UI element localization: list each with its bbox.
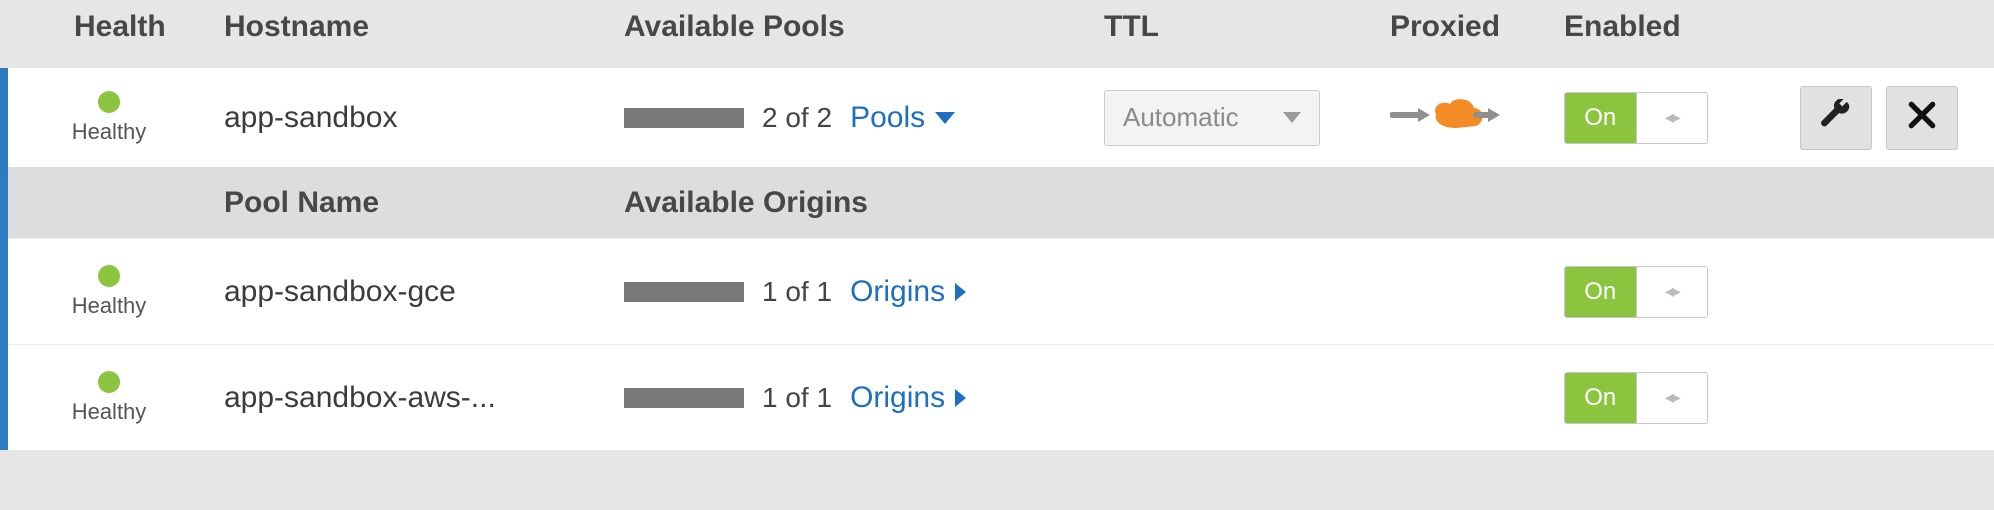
available-origins-cell: 1 of 1 Origins: [610, 381, 1090, 415]
col-header-health: Health: [0, 10, 210, 44]
col-header-pool-name: Pool Name: [210, 186, 610, 220]
edit-button[interactable]: [1800, 86, 1872, 150]
toggle-on-label: On: [1565, 93, 1637, 143]
pool-name-cell: app-sandbox-aws-...: [210, 381, 610, 415]
origins-expand-link[interactable]: Origins: [850, 275, 966, 309]
health-cell: Healthy: [8, 371, 210, 425]
delete-button[interactable]: [1886, 86, 1958, 150]
pool-name-cell: app-sandbox-gce: [210, 275, 610, 309]
available-origins-count: 1 of 1: [762, 276, 832, 308]
enabled-toggle[interactable]: On ◂▸: [1564, 372, 1708, 424]
pool-row: Healthy app-sandbox-gce 1 of 1 Origins O…: [8, 238, 1994, 344]
pools-expand-link[interactable]: Pools: [850, 101, 955, 135]
col-header-proxied: Proxied: [1390, 10, 1550, 44]
health-status-label: Healthy: [72, 293, 147, 319]
toggle-on-label: On: [1565, 267, 1637, 317]
progress-bar: [624, 282, 744, 302]
load-balancer-row: Healthy app-sandbox 2 of 2 Pools Automat…: [8, 68, 1994, 168]
caret-down-icon: [935, 112, 955, 124]
health-indicator-icon: [98, 371, 120, 393]
col-header-hostname: Hostname: [210, 10, 610, 44]
col-header-enabled: Enabled: [1550, 10, 1700, 44]
actions-cell: [1700, 86, 1994, 150]
health-indicator-icon: [98, 91, 120, 113]
health-cell: Healthy: [8, 265, 210, 319]
proxied-cell: [1390, 92, 1550, 143]
available-pools-cell: 2 of 2 Pools: [610, 101, 1090, 135]
toggle-handle: ◂▸: [1637, 93, 1708, 143]
caret-right-icon: [955, 389, 966, 407]
table-header-row: Health Hostname Available Pools TTL Prox…: [0, 0, 1994, 68]
enabled-cell: On ◂▸: [1550, 372, 1700, 424]
health-indicator-icon: [98, 265, 120, 287]
enabled-cell: On ◂▸: [1550, 92, 1700, 144]
toggle-handle: ◂▸: [1637, 267, 1708, 317]
progress-bar: [624, 108, 744, 128]
cloud-proxied-icon[interactable]: [1390, 92, 1500, 143]
pool-sub-header-row: Pool Name Available Origins: [8, 168, 1994, 238]
col-header-available-pools: Available Pools: [610, 10, 1090, 44]
enabled-cell: On ◂▸: [1550, 266, 1700, 318]
col-header-available-origins: Available Origins: [610, 186, 1090, 220]
expanded-section: Healthy app-sandbox 2 of 2 Pools Automat…: [0, 68, 1994, 450]
enabled-toggle[interactable]: On ◂▸: [1564, 266, 1708, 318]
toggle-on-label: On: [1565, 373, 1637, 423]
col-header-ttl: TTL: [1090, 10, 1390, 44]
toggle-handle: ◂▸: [1637, 373, 1708, 423]
available-origins-count: 1 of 1: [762, 382, 832, 414]
origins-expand-link[interactable]: Origins: [850, 381, 966, 415]
ttl-cell: Automatic: [1090, 90, 1390, 146]
wrench-icon: [1820, 99, 1852, 136]
ttl-select[interactable]: Automatic: [1104, 90, 1320, 146]
health-cell: Healthy: [8, 91, 210, 145]
pools-link-text: Pools: [850, 101, 925, 135]
hostname-cell: app-sandbox: [210, 101, 610, 135]
origins-link-text: Origins: [850, 275, 945, 309]
health-status-label: Healthy: [72, 399, 147, 425]
origins-link-text: Origins: [850, 381, 945, 415]
close-icon: [1906, 99, 1938, 136]
health-status-label: Healthy: [72, 119, 147, 145]
caret-right-icon: [955, 283, 966, 301]
available-origins-cell: 1 of 1 Origins: [610, 275, 1090, 309]
progress-bar: [624, 388, 744, 408]
ttl-selected-value: Automatic: [1123, 102, 1239, 133]
available-pools-count: 2 of 2: [762, 102, 832, 134]
chevron-down-icon: [1283, 112, 1301, 123]
enabled-toggle[interactable]: On ◂▸: [1564, 92, 1708, 144]
pool-row: Healthy app-sandbox-aws-... 1 of 1 Origi…: [8, 344, 1994, 450]
load-balancer-table: Health Hostname Available Pools TTL Prox…: [0, 0, 1994, 450]
